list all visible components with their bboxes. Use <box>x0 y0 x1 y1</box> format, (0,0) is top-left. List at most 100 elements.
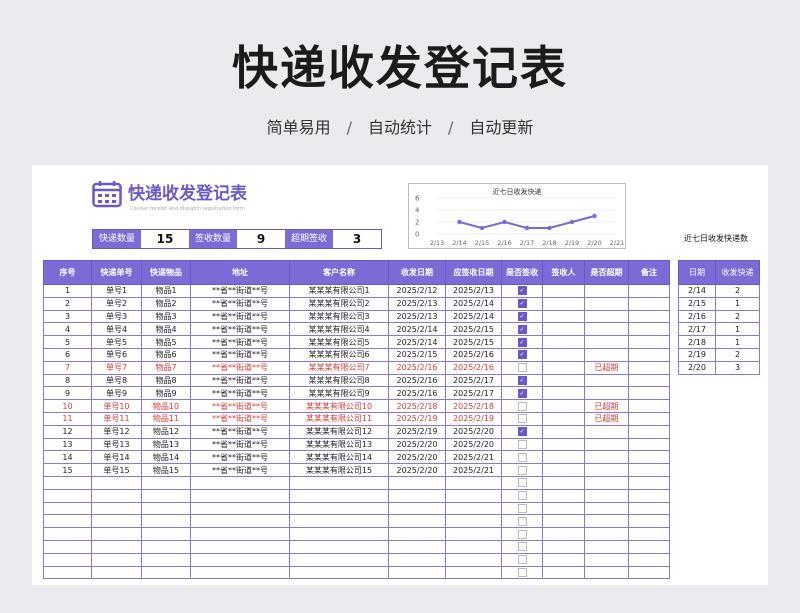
empty-cell[interactable] <box>91 475 142 490</box>
checked-checkbox-icon[interactable]: ✓ <box>517 299 527 309</box>
empty-cell[interactable] <box>584 475 629 490</box>
customer-name-cell[interactable]: 某某某有限公司8 <box>289 373 389 388</box>
customer-name-cell[interactable]: 某某某有限公司7 <box>289 360 389 375</box>
tracking-number-cell[interactable]: 单号11 <box>91 411 142 426</box>
empty-cell[interactable] <box>542 488 585 503</box>
receiver-cell[interactable] <box>542 437 585 452</box>
empty-cell[interactable] <box>43 565 92 580</box>
side-date-cell[interactable]: 2/16 <box>678 309 716 324</box>
remark-cell[interactable] <box>628 284 670 298</box>
empty-cell[interactable] <box>584 514 629 529</box>
item-name-cell[interactable]: 物品13 <box>141 437 191 452</box>
unchecked-checkbox-icon[interactable] <box>517 414 527 424</box>
unchecked-checkbox-icon[interactable] <box>517 465 527 475</box>
customer-name-cell[interactable]: 某某某有限公司1 <box>289 284 389 298</box>
empty-cell[interactable] <box>501 501 543 516</box>
address-cell[interactable]: **省**街道**号 <box>190 424 290 439</box>
due-date-cell[interactable]: 2025/2/21 <box>445 450 502 465</box>
empty-cell[interactable] <box>289 488 389 503</box>
empty-row[interactable] <box>43 565 670 580</box>
empty-cell[interactable] <box>628 475 670 490</box>
checked-checkbox-icon[interactable]: ✓ <box>517 324 527 334</box>
address-cell[interactable]: **省**街道**号 <box>190 399 290 413</box>
empty-cell[interactable] <box>388 514 446 529</box>
unchecked-checkbox-icon[interactable] <box>517 478 527 488</box>
row-number-cell[interactable]: 7 <box>43 360 92 375</box>
side-count-cell[interactable]: 1 <box>715 335 760 349</box>
empty-cell[interactable] <box>388 552 446 567</box>
signed-cell[interactable] <box>501 437 543 452</box>
data-point[interactable] <box>569 219 575 225</box>
empty-row[interactable] <box>43 475 670 490</box>
empty-cell[interactable] <box>43 475 92 490</box>
empty-cell[interactable] <box>190 539 290 554</box>
empty-cell[interactable] <box>289 514 389 529</box>
overdue-cell[interactable] <box>584 347 629 362</box>
table-row[interactable]: 6 单号6 物品6 **省**街道**号 某某某有限公司6 2025/2/15 2025/2… <box>43 347 670 362</box>
item-name-cell[interactable]: 物品1 <box>141 284 191 298</box>
receiver-cell[interactable] <box>542 411 585 426</box>
unchecked-checkbox-icon[interactable] <box>517 529 527 539</box>
item-name-cell[interactable]: 物品15 <box>141 463 191 477</box>
row-number-cell[interactable]: 10 <box>43 399 92 413</box>
overdue-cell[interactable] <box>584 284 629 298</box>
unchecked-checkbox-icon[interactable] <box>517 542 527 552</box>
checked-checkbox-icon[interactable]: ✓ <box>517 375 527 385</box>
empty-cell[interactable] <box>501 539 543 554</box>
send-date-cell[interactable]: 2025/2/20 <box>388 437 446 452</box>
send-date-cell[interactable]: 2025/2/18 <box>388 399 446 413</box>
side-count-cell[interactable]: 1 <box>715 322 760 337</box>
row-number-cell[interactable]: 13 <box>43 437 92 452</box>
customer-name-cell[interactable]: 某某某有限公司12 <box>289 424 389 439</box>
send-date-cell[interactable]: 2025/2/19 <box>388 424 446 439</box>
address-cell[interactable]: **省**街道**号 <box>190 309 290 324</box>
empty-cell[interactable] <box>388 475 446 490</box>
empty-cell[interactable] <box>91 501 142 516</box>
due-date-cell[interactable]: 2025/2/16 <box>445 347 502 362</box>
receiver-cell[interactable] <box>542 360 585 375</box>
receiver-cell[interactable] <box>542 284 585 298</box>
unchecked-checkbox-icon[interactable] <box>517 363 527 373</box>
overdue-cell[interactable]: 已超期 <box>584 411 629 426</box>
tracking-number-cell[interactable]: 单号10 <box>91 399 142 413</box>
checked-checkbox-icon[interactable]: ✓ <box>517 286 527 296</box>
unchecked-checkbox-icon[interactable] <box>517 401 527 411</box>
unchecked-checkbox-icon[interactable] <box>517 516 527 526</box>
remark-cell[interactable] <box>628 463 670 477</box>
empty-cell[interactable] <box>43 527 92 541</box>
empty-row[interactable] <box>43 552 670 567</box>
send-date-cell[interactable]: 2025/2/12 <box>388 284 446 298</box>
empty-row[interactable] <box>43 488 670 503</box>
item-name-cell[interactable]: 物品14 <box>141 450 191 465</box>
column-header[interactable]: 收发日期 <box>388 260 446 285</box>
receiver-cell[interactable] <box>542 335 585 349</box>
column-header[interactable]: 地址 <box>190 260 290 285</box>
empty-cell[interactable] <box>91 527 142 541</box>
table-row[interactable]: 15 单号15 物品15 **省**街道**号 某某某有限公司15 2025/2/20 20… <box>43 463 670 477</box>
column-header[interactable]: 备注 <box>628 260 670 285</box>
checked-checkbox-icon[interactable]: ✓ <box>517 388 527 398</box>
signed-cell[interactable] <box>501 411 543 426</box>
empty-cell[interactable] <box>542 501 585 516</box>
empty-cell[interactable] <box>445 527 502 541</box>
data-point[interactable] <box>592 213 597 219</box>
empty-cell[interactable] <box>43 539 92 554</box>
empty-cell[interactable] <box>542 514 585 529</box>
empty-cell[interactable] <box>289 501 389 516</box>
side-column-header[interactable]: 收发快递 <box>715 260 760 285</box>
line-chart[interactable]: 近七日收发快递 0 2 4 6 2/13 2/14 2/15 2/16 2/17 2/18 2/19… <box>408 183 626 249</box>
remark-cell[interactable] <box>628 411 670 426</box>
customer-name-cell[interactable]: 某某某有限公司14 <box>289 450 389 465</box>
table-row[interactable]: 10 单号10 物品10 **省**街道**号 某某某有限公司10 2025/2/18 20… <box>43 399 670 413</box>
data-point[interactable] <box>547 225 552 231</box>
receiver-cell[interactable] <box>542 322 585 337</box>
customer-name-cell[interactable]: 某某某有限公司5 <box>289 335 389 349</box>
unchecked-checkbox-icon[interactable] <box>517 503 527 513</box>
empty-cell[interactable] <box>501 565 543 580</box>
empty-cell[interactable] <box>628 527 670 541</box>
checked-checkbox-icon[interactable]: ✓ <box>517 337 527 347</box>
send-date-cell[interactable]: 2025/2/15 <box>388 347 446 362</box>
empty-cell[interactable] <box>190 552 290 567</box>
empty-cell[interactable] <box>388 539 446 554</box>
signed-cell[interactable] <box>501 463 543 477</box>
